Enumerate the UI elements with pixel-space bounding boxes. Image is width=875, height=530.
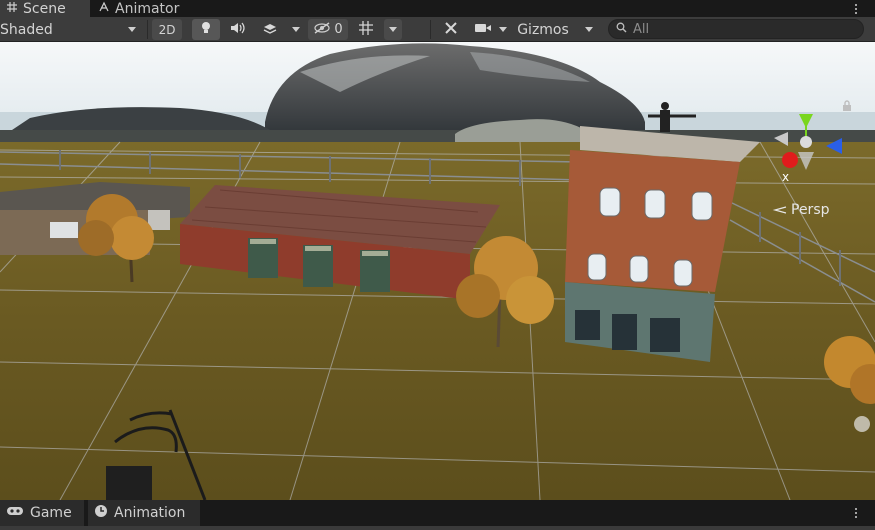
panel-strip (0, 526, 875, 530)
hidden-count: 0 (334, 22, 343, 37)
animator-icon (98, 1, 110, 17)
scene-render (0, 42, 875, 500)
search-icon (616, 22, 627, 37)
bottom-more-menu-icon[interactable] (851, 502, 861, 524)
hidden-objects-toggle[interactable]: 0 (308, 19, 348, 40)
chevron-down-icon (389, 27, 397, 32)
camera-settings-button[interactable] (470, 19, 496, 40)
clock-icon (94, 504, 108, 522)
layers-icon (262, 21, 278, 39)
grid-snap-icon (358, 20, 374, 40)
tools-toggle[interactable] (437, 19, 465, 40)
effects-dropdown-arrow[interactable] (288, 19, 304, 40)
scene-viewport[interactable]: x Persp (0, 42, 875, 500)
gizmos-label: Gizmos (517, 21, 569, 38)
tab-game[interactable]: Game (0, 500, 84, 526)
scene-search-input[interactable]: All (608, 19, 864, 39)
chevron-down-icon (585, 27, 593, 32)
gizmos-dropdown-arrow[interactable] (578, 19, 600, 40)
projection-label: Persp (791, 202, 830, 218)
tools-icon (443, 20, 459, 40)
tab-animation[interactable]: Animation (88, 500, 200, 526)
camera-dropdown-arrow[interactable] (496, 19, 510, 40)
speaker-icon (230, 21, 246, 39)
tab-animator[interactable]: Animator (92, 0, 202, 17)
chevron-down-icon (128, 27, 136, 32)
shading-mode-label: Shaded (0, 21, 53, 38)
gizmos-button[interactable]: Gizmos (512, 19, 574, 40)
tab-animator-label: Animator (115, 0, 180, 17)
search-placeholder: All (633, 21, 650, 37)
bottom-tab-bar: Game Animation (0, 500, 875, 530)
chevron-left-icon (772, 205, 788, 215)
tab-scene-label: Scene (23, 0, 66, 17)
tab-animation-label: Animation (114, 505, 186, 521)
axis-x-label: x (782, 170, 790, 184)
tab-game-label: Game (30, 505, 72, 521)
audio-toggle[interactable] (224, 19, 252, 40)
scene-toolbar: Shaded 2D 0 Gizmos All (0, 17, 875, 42)
effects-dropdown[interactable] (256, 19, 284, 40)
gamepad-icon (6, 505, 24, 521)
tab-scene[interactable]: Scene (0, 0, 90, 17)
grid-visibility-toggle[interactable] (352, 19, 380, 40)
grid-icon (6, 1, 18, 17)
window-tab-bar: Scene Animator (0, 0, 875, 17)
mode-2d-toggle[interactable]: 2D (152, 19, 182, 40)
projection-toggle[interactable]: Persp (772, 202, 830, 218)
chevron-down-icon (499, 27, 507, 32)
chevron-down-icon (292, 27, 300, 32)
lighting-toggle[interactable] (192, 19, 220, 40)
orientation-gizmo[interactable]: x (766, 108, 846, 188)
mode-2d-label: 2D (158, 22, 176, 37)
lightbulb-icon (200, 21, 212, 39)
grid-dropdown-arrow[interactable] (384, 19, 402, 40)
camera-icon (474, 22, 492, 38)
eye-slash-icon (313, 21, 331, 38)
shading-mode-dropdown[interactable]: Shaded (0, 19, 142, 40)
tab-more-menu-icon[interactable] (851, 0, 861, 17)
